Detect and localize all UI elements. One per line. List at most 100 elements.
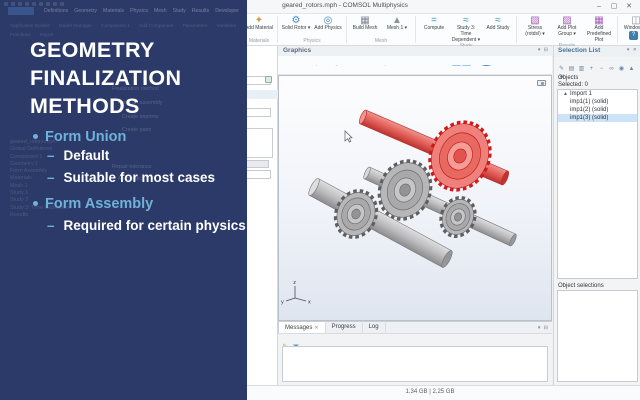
settings-field-icon[interactable] <box>265 76 272 83</box>
ribbon-group-study: =Compute≈Study 3: Time Dependent ▾≈Add S… <box>417 14 515 45</box>
slide-overlay: DefinitionsGeometryMaterialsPhysicsMeshS… <box>0 0 247 400</box>
tree-item-3[interactable]: imp1(3) (solid) <box>558 114 637 122</box>
bleed-tab: Study <box>173 8 186 14</box>
bleed-ribbon-label: Functions <box>10 33 31 38</box>
graphics-panel-controls[interactable]: ▾ ⊟ <box>538 47 549 53</box>
select-domains-icon[interactable]: ◫ <box>452 65 461 66</box>
bleed-tab: Physics <box>130 8 148 14</box>
ribbon-button-stress-rotdsl[interactable]: ▧Stress (rotdsl) ▾ <box>520 15 550 38</box>
ribbon-button-build-mesh[interactable]: ▦Build Mesh <box>350 15 380 32</box>
transparency-icon[interactable]: ∞ <box>422 65 431 66</box>
file-tab-bleed <box>8 7 34 15</box>
tree-node-import-1[interactable]: ▲Import 1 <box>558 90 637 98</box>
color-theme-icon[interactable]: ◑ <box>402 65 411 66</box>
gear-assembly-scene: zxy <box>279 76 551 320</box>
graphics-panel-title: Graphics <box>283 47 311 54</box>
more-tools-icon[interactable]: ▼ <box>492 65 501 66</box>
camera-icon[interactable] <box>537 80 546 86</box>
collapse-all-icon[interactable]: ▲ <box>627 65 636 73</box>
ribbon-button-solid-rotor[interactable]: ⚙Solid Rotor ▾ <box>281 15 311 32</box>
messages-content <box>282 346 548 382</box>
sub-default: –Default <box>47 148 109 163</box>
ribbon-button-windows[interactable]: ◫Windows ▾ <box>621 15 640 32</box>
bullet-dot <box>33 134 38 139</box>
environment-icon[interactable]: ◧ <box>412 65 421 66</box>
ribbon-button-add-physics[interactable]: ◎Add Physics <box>313 15 343 32</box>
messages-toolbar: ✎▣ <box>280 335 302 345</box>
select-box-icon[interactable]: ▢ <box>442 65 451 66</box>
bleed-tab: Mesh <box>154 8 167 14</box>
messages-tabs: Messages✕ Progress Log ▾ ⊟ <box>278 322 552 334</box>
ribbon-button-label: Stress (rotdsl) ▾ <box>520 26 550 38</box>
ribbon-button-label: Add Material <box>245 26 273 32</box>
visibility-icon[interactable]: ◉ <box>617 65 626 73</box>
tab-messages[interactable]: Messages✕ <box>278 321 326 333</box>
bleed-ribbon-label: Application Builder <box>10 24 50 29</box>
remove-icon[interactable]: − <box>597 65 606 73</box>
ribbon-group-materials: ✦Add MaterialMaterials <box>242 14 276 45</box>
ribbon-group-label: Physics <box>281 38 343 45</box>
ribbon-button-add-material[interactable]: ✦Add Material <box>244 15 274 32</box>
help-icon[interactable]: ? <box>629 31 638 40</box>
ribbon-button-add-plot-group[interactable]: ▨Add Plot Group ▾ <box>552 15 582 38</box>
bleed-ribbon-label: Parameters <box>183 24 208 29</box>
ribbon-button-compute[interactable]: =Compute <box>419 15 449 32</box>
ribbon-button-label: Study 3: Time Dependent ▾ <box>451 26 481 43</box>
rotate-view-icon[interactable]: ↻ <box>382 65 391 66</box>
object-selections-box[interactable] <box>557 290 638 382</box>
bleed-tab: Definitions <box>44 8 68 14</box>
sub-required: –Required for certain physics <box>47 218 246 233</box>
view-yz-icon[interactable]: ▥ <box>352 65 361 66</box>
minimize-button[interactable]: – <box>592 1 606 12</box>
tree-item-1[interactable]: imp1(1) (solid) <box>558 98 637 106</box>
ribbon-group-label: Mesh <box>350 38 412 45</box>
objects-list-box[interactable]: ▲Import 1imp1(1) (solid)imp1(2) (solid)i… <box>557 89 638 279</box>
ribbon-separator <box>346 16 347 43</box>
ribbon-button-add-study[interactable]: ≈Add Study <box>483 15 513 32</box>
orthographic-icon[interactable]: ▮ <box>372 65 381 66</box>
go-to-view-icon[interactable]: ⇩ <box>332 65 341 66</box>
messages-panel-controls[interactable]: ▾ ⊟ <box>538 325 549 331</box>
selection-list-controls[interactable]: ▾ ✕ <box>627 47 638 53</box>
svg-text:z: z <box>293 280 296 286</box>
ribbon-button-label: Build Mesh <box>353 26 378 32</box>
select-mode-icon[interactable]: ◉ <box>432 65 441 66</box>
tab-log[interactable]: Log <box>363 321 386 333</box>
view-zx-icon[interactable]: ▦ <box>362 65 371 66</box>
tab-progress[interactable]: Progress <box>326 321 363 333</box>
select-boundaries-icon[interactable]: ◨ <box>462 65 471 66</box>
ribbon-button-label: Add Study <box>486 26 509 32</box>
copy-icon[interactable]: ▤ <box>567 65 576 73</box>
select-all-icon[interactable]: ∞ <box>607 65 616 73</box>
graphics-canvas[interactable]: zxy <box>278 75 552 321</box>
select-points-icon[interactable]: ☰ <box>482 65 491 66</box>
ribbon-button-label: Add Plot Group ▾ <box>552 26 582 38</box>
maximize-button[interactable]: ▢ <box>607 1 621 12</box>
graphics-toolbar-row1: ⊕⊖◱✛▣⇩▤▥▦▮↻◔◑◧∞◉▢◫◨▩☰▼ <box>282 57 552 66</box>
view-xy-icon[interactable]: ▤ <box>342 65 351 66</box>
selected-count-label: Selected: 0 <box>558 82 588 88</box>
close-button[interactable]: ✕ <box>622 1 636 12</box>
graphics-toolbar-row2: ❖◭✦◉▤ <box>282 66 552 75</box>
paste-icon[interactable]: ▥ <box>577 65 586 73</box>
selection-list-panel: Selection List ▾ ✕ ✎▤▥+−∞◉▲▼ ▼ Objects S… <box>553 46 640 385</box>
ribbon-groups: ✦Add MaterialMaterials ⚙Solid Rotor ▾◎Add… <box>242 14 640 45</box>
ribbon-button-mesh-1[interactable]: ▲Mesh 1 ▾ <box>382 15 412 32</box>
ribbon-button-study-3-time-dependent[interactable]: ≈Study 3: Time Dependent ▾ <box>451 15 481 43</box>
quick-access-toolbar-bleed <box>4 2 64 6</box>
slide-title: GEOMETRY FINALIZATION METHODS <box>30 36 181 120</box>
selection-list-header: Selection List ▾ ✕ <box>554 46 640 57</box>
ribbon-button-label: Add Physics <box>314 26 342 32</box>
tab-close-icon[interactable]: ✕ <box>314 325 318 331</box>
ribbon-button-add-predefined-plot[interactable]: ▦Add Predefined Plot <box>584 15 614 43</box>
object-selections-label: Object selections <box>558 283 604 289</box>
bleed-ribbon-label: Variables <box>216 24 236 29</box>
bleed-ribbon-label: Add Component <box>139 24 174 29</box>
settings-panel-sliver <box>247 46 278 385</box>
select-edges-icon[interactable]: ▩ <box>472 65 481 66</box>
add-icon[interactable]: + <box>587 65 596 73</box>
selection-list-title: Selection List <box>558 47 600 54</box>
bleed-tab: Developer <box>215 8 239 14</box>
tree-item-2[interactable]: imp1(2) (solid) <box>558 106 637 114</box>
scene-light-icon[interactable]: ◔ <box>392 65 401 66</box>
